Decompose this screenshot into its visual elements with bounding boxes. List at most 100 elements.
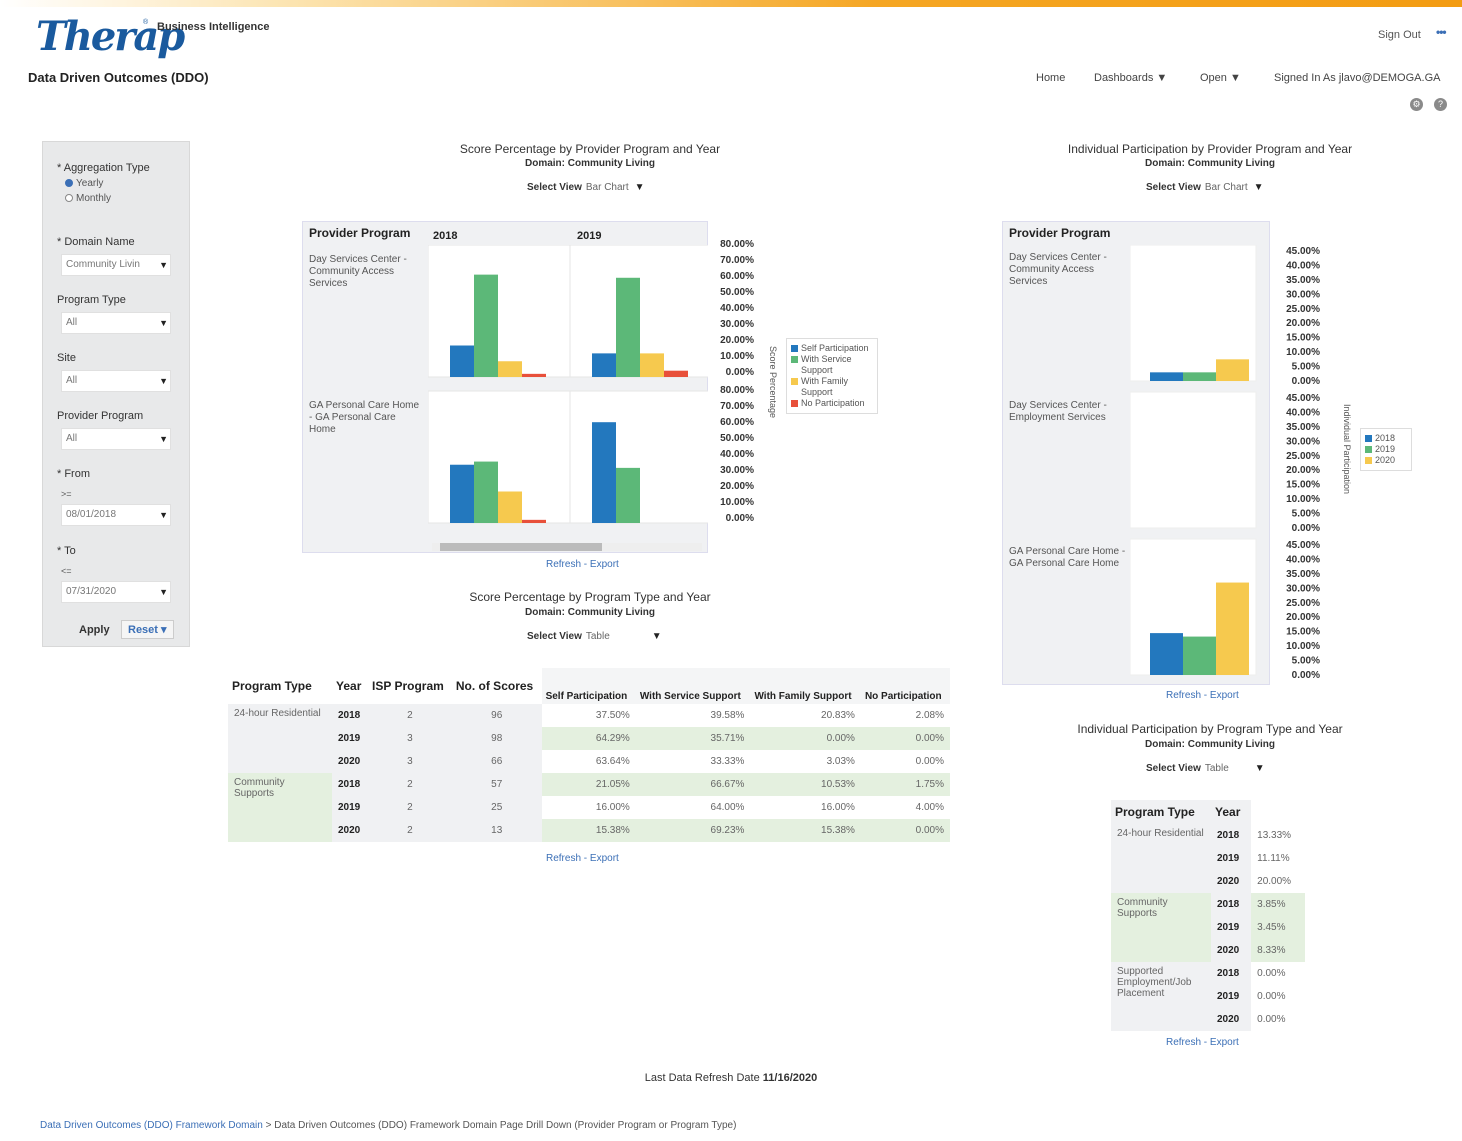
report2-export-link[interactable]: Export <box>1210 690 1239 701</box>
chart1-legend-item: With Family Support <box>791 376 873 398</box>
program-type-select[interactable]: All ▼ <box>61 312 171 334</box>
report3-refresh-link[interactable]: Refresh <box>546 853 581 864</box>
gear-icon[interactable]: ⚙ <box>1410 98 1423 111</box>
chart2-y-tick: 45.00% <box>1286 246 1320 257</box>
chart2-legend-item: 2019 <box>1365 444 1407 455</box>
chart1-bar <box>474 461 498 523</box>
aggregation-yearly-radio[interactable]: Yearly <box>65 178 103 189</box>
chart1-y-tick: 60.00% <box>720 417 754 428</box>
report4-table: Program Type Year 24-hour Residential 2018 1… <box>1111 800 1305 1031</box>
chart1-legend-item: With Service Support <box>791 354 873 376</box>
table-row: Community Supports 2018 3.85% <box>1111 893 1305 962</box>
breadcrumb-link-domain[interactable]: Data Driven Outcomes (DDO) Framework Dom… <box>40 1120 263 1131</box>
table-group-label: Supported Employment/Job Placement <box>1111 962 1211 1031</box>
table-header-row: Program Type Year <box>1111 800 1305 824</box>
table-cell: 2 <box>367 773 452 796</box>
table-column-header: No. of Scores <box>451 668 542 704</box>
report2-select-view[interactable]: Select View Bar Chart ▼ <box>1146 182 1264 193</box>
report3-export-link[interactable]: Export <box>590 853 619 864</box>
apply-button[interactable]: Apply <box>73 622 116 638</box>
report2-subtitle: Domain: Community Living <box>1145 158 1275 169</box>
nav-home[interactable]: Home <box>1036 72 1065 84</box>
chart1-y-tick: 20.00% <box>720 481 754 492</box>
table-cell: 4.00% <box>860 796 950 819</box>
report2-row-header: Provider Program <box>1009 226 1111 240</box>
table-row: 24-hour Residential 2018 2 96 37.50% 39.58% 20… <box>228 704 950 773</box>
table-cell: 2 <box>367 819 452 842</box>
chart2-bar <box>1183 372 1216 381</box>
table-cell: 98 <box>451 727 542 750</box>
provider-program-select[interactable]: All ▼ <box>61 428 171 450</box>
report4-select-view[interactable]: Select View Table ▼ <box>1146 763 1265 774</box>
more-icon[interactable]: ••• <box>1436 25 1447 39</box>
chart1-bar <box>616 467 640 523</box>
chart1-y-tick: 40.00% <box>720 449 754 460</box>
to-date-input[interactable]: 07/31/2020 ▼ <box>61 581 171 603</box>
report1-select-view[interactable]: Select View Bar Chart ▼ <box>527 182 645 193</box>
report4-export-link[interactable]: Export <box>1210 1037 1239 1048</box>
table-row: 2020 2 13 15.38% 69.23% 15.38% 0.00% <box>228 819 950 842</box>
chart1-bar <box>450 464 474 523</box>
table-cell: 2018 <box>332 704 368 727</box>
report2-refresh-link[interactable]: Refresh <box>1166 690 1201 701</box>
aggregation-monthly-radio[interactable]: Monthly <box>65 193 111 204</box>
chart2-y-tick: 25.00% <box>1286 451 1320 462</box>
chart2-y-tick: 10.00% <box>1286 347 1320 358</box>
chart2-bar <box>1216 359 1249 381</box>
chart1-bar <box>498 361 522 377</box>
nav-dashboards[interactable]: Dashboards ▼ <box>1094 72 1167 84</box>
chart1-legend-item: Self Participation <box>791 343 873 354</box>
table-group-label: 24-hour Residential <box>228 704 332 773</box>
report4-links: Refresh - Export <box>1166 1037 1239 1048</box>
sign-out-link[interactable]: Sign Out <box>1378 29 1421 41</box>
chart1-bar <box>450 345 474 377</box>
chart2-panel <box>1130 391 1257 529</box>
report2-y-axis-title: Individual Participation <box>1342 404 1352 495</box>
table-cell: 13.33% <box>1251 824 1305 847</box>
table-row: 2019 2 25 16.00% 64.00% 16.00% 4.00% <box>228 796 950 819</box>
nav-open[interactable]: Open ▼ <box>1200 72 1241 84</box>
logo-registered-mark: ® <box>143 19 149 26</box>
chart1-y-tick: 30.00% <box>720 465 754 476</box>
signed-in-as[interactable]: Signed In As jlavo@DEMOGA.GA <box>1274 72 1440 84</box>
table-cell: 64.29% <box>541 727 636 750</box>
from-date-input[interactable]: 08/01/2018 ▼ <box>61 504 171 526</box>
domain-name-select[interactable]: Community Livin ▼ <box>61 254 171 276</box>
chart1-y-tick: 10.00% <box>720 351 754 362</box>
table-cell: 33.33% <box>635 750 751 773</box>
chart1-y-tick: 30.00% <box>720 319 754 330</box>
chart1-y-tick: 40.00% <box>720 303 754 314</box>
report4-subtitle: Domain: Community Living <box>1145 739 1275 750</box>
table-cell: 13 <box>451 819 542 842</box>
table-cell: 2019 <box>332 796 368 819</box>
report3-select-view[interactable]: Select View Table ▼ <box>527 631 662 642</box>
chart2-y-tick: 30.00% <box>1286 289 1320 300</box>
help-icon[interactable]: ? <box>1434 98 1447 111</box>
table-cell: 69.23% <box>635 819 751 842</box>
chevron-down-icon: ▼ <box>159 434 168 444</box>
table-cell: 57 <box>451 773 542 796</box>
table-row: 2019 3 98 64.29% 35.71% 0.00% 0.00% <box>228 727 950 750</box>
chart2-y-tick: 5.00% <box>1292 362 1320 373</box>
report4-refresh-link[interactable]: Refresh <box>1166 1037 1201 1048</box>
table-row: Supported Employment/Job Placement 2018 0.… <box>1111 962 1305 1031</box>
table-cell: 8.33% <box>1251 939 1305 962</box>
chart2-y-tick: 30.00% <box>1286 583 1320 594</box>
table-cell: 16.00% <box>541 796 636 819</box>
table-cell: 37.50% <box>541 704 636 727</box>
report2-row-label-3: GA Personal Care Home - GA Personal Care… <box>1009 546 1126 569</box>
site-select[interactable]: All ▼ <box>61 370 171 392</box>
report1-refresh-link[interactable]: Refresh <box>546 559 581 570</box>
from-operator: >= <box>61 489 72 499</box>
report3-links: Refresh - Export <box>546 853 619 864</box>
report1-export-link[interactable]: Export <box>590 559 619 570</box>
report1-legend: Self Participation With Service Support Wi… <box>786 338 878 414</box>
chart2-bar <box>1150 633 1183 675</box>
filter-panel: * Aggregation Type Yearly Monthly * Doma… <box>42 141 190 647</box>
page-header: Data Driven Outcomes (DDO) Home Dashboar… <box>0 62 1462 122</box>
table-cell: 2019 <box>1211 847 1252 870</box>
table-cell: 21.05% <box>541 773 636 796</box>
table-cell: 2019 <box>332 727 368 750</box>
chevron-down-icon: ▼ <box>159 587 168 597</box>
reset-button[interactable]: Reset ▾ <box>121 620 174 639</box>
